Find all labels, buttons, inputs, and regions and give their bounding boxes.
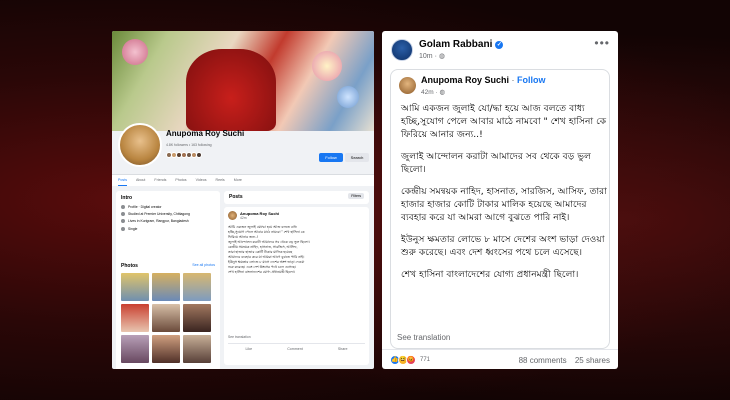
photos-card: Photos See all photos [116,259,220,369]
photo-thumb[interactable] [183,273,211,301]
home-icon [121,219,125,224]
tab-photos[interactable]: Photos [175,175,186,186]
reactions[interactable]: 👍 😆 😡 771 [390,355,431,365]
shared-post-screenshot: Golam Rabbani ✓ 10m · ◍ ••• Anupoma Roy … [382,31,618,369]
shares-count[interactable]: 25 shares [575,356,610,365]
intro-item: Profile · Digital creator [116,203,220,210]
post-paragraph: কেন্দ্রীয় সমন্বয়ক নাহিদ, হাসনাত, সারজি… [401,186,607,223]
person-in-saree [186,49,276,131]
post-paragraph: জুলাই আন্দোলন করাটা আমাদের সব থেকে বড় ভ… [401,151,591,175]
post-paragraph: শেখ হাসিনা বাংলাদেশের যোগ্য প্রধানমন্ত্র… [401,269,579,280]
share-button[interactable]: Share [338,347,348,351]
globe-icon: ◍ [439,89,446,96]
cover-photo [112,31,374,131]
sharer-avatar[interactable] [391,39,413,61]
search-button[interactable]: Search [345,153,369,162]
shared-post-card: Anupoma Roy Suchi · Follow 42m · ◍ আমি এ… [390,69,610,349]
shared-author-row: Anupoma Roy Suchi · Follow [421,75,546,85]
profile-tabs: Posts About Friends Photos Videos Reels … [112,174,374,186]
reaction-count: 771 [420,356,431,363]
mini-see-translation[interactable]: See translation [228,335,251,339]
profile-screenshot: Anupoma Roy Suchi 4.8K followers • 163 f… [112,31,374,369]
post-paragraph: ইউনুস ক্ষমতার লোভে ৮ মাসে দেশের অংশ ভাড়… [401,234,605,258]
flower-decor [312,51,342,81]
post-stats: 88 comments 25 shares [519,356,610,365]
tab-about[interactable]: About [136,175,145,186]
photo-grid [116,271,220,365]
photo-thumb[interactable] [152,304,180,332]
verified-badge-icon: ✓ [495,40,504,49]
post-time: 10m · ◍ [419,53,445,60]
mini-post: Anupoma Roy Suchi 42m আমি একজন জুলাই যো/… [224,207,369,365]
shared-author-avatar[interactable] [399,77,416,94]
post-footer: 👍 😆 😡 771 88 comments 25 shares [382,349,618,369]
angry-reaction-icon: 😡 [406,355,416,365]
mini-text-line: শেখ হাসিনা বাংলাদেশের যোগ্য প্রধানমন্ত্র… [228,270,295,274]
photo-thumb[interactable] [152,335,180,363]
heart-icon [121,226,125,231]
filters-button[interactable]: Filters [348,193,364,199]
school-icon [121,211,125,216]
sharer-name-row: Golam Rabbani ✓ [419,39,504,50]
tab-friends[interactable]: Friends [154,175,166,186]
tab-more[interactable]: More [234,175,242,186]
photo-thumb[interactable] [121,304,149,332]
flower-decor [122,39,148,65]
friend-avatars [166,152,202,158]
photo-thumb[interactable] [152,273,180,301]
photo-thumb[interactable] [183,335,211,363]
follow-button[interactable]: Follow [319,153,343,162]
tab-reels[interactable]: Reels [216,175,225,186]
shared-post-time: 42m · ◍ [421,89,446,96]
tab-videos[interactable]: Videos [196,175,207,186]
comments-count[interactable]: 88 comments [519,356,567,365]
ellipsis-icon[interactable]: ••• [594,36,610,50]
photo-thumb[interactable] [121,273,149,301]
see-translation-link[interactable]: See translation [397,333,450,342]
mini-post-actions: Like Comment Share [228,343,365,351]
see-all-photos-link[interactable]: See all photos [192,263,215,267]
intro-item: Lives in Kurigram, Rangpur, Bangladesh [116,218,220,225]
intro-title: Intro [121,195,133,201]
mini-post-text: আমি একজন জুলাই যো/দ্ধা হয়ে আজ বলতে বাধ্… [228,225,366,275]
info-icon [121,204,125,209]
photo-thumb[interactable] [183,304,211,332]
shared-author-name[interactable]: Anupoma Roy Suchi [421,75,509,85]
mini-post-time: 42m [240,216,247,220]
profile-stats: 4.8K followers • 163 following [166,143,212,147]
sharer-name[interactable]: Golam Rabbani [419,39,492,50]
intro-item: Single [116,225,220,232]
globe-icon: ◍ [438,53,445,60]
follow-link[interactable]: Follow [517,75,546,85]
photo-thumb[interactable] [121,335,149,363]
profile-name: Anupoma Roy Suchi [166,129,245,138]
tab-posts[interactable]: Posts [118,175,127,186]
like-button[interactable]: Like [246,347,253,351]
posts-header: Posts Filters [224,191,369,204]
posts-title: Posts [229,194,243,200]
flower-decor [337,86,359,108]
post-paragraph: আমি একজন জুলাই যো/দ্ধা হয়ে আজ বলতে বাধ্… [401,103,607,140]
intro-item: Studied at Premier University, Chittagon… [116,210,220,217]
post-body: আমি একজন জুলাই যো/দ্ধা হয়ে আজ বলতে বাধ্… [401,102,607,290]
mini-author-avatar [228,211,237,220]
comment-button[interactable]: Comment [287,347,303,351]
profile-avatar[interactable] [118,123,162,167]
